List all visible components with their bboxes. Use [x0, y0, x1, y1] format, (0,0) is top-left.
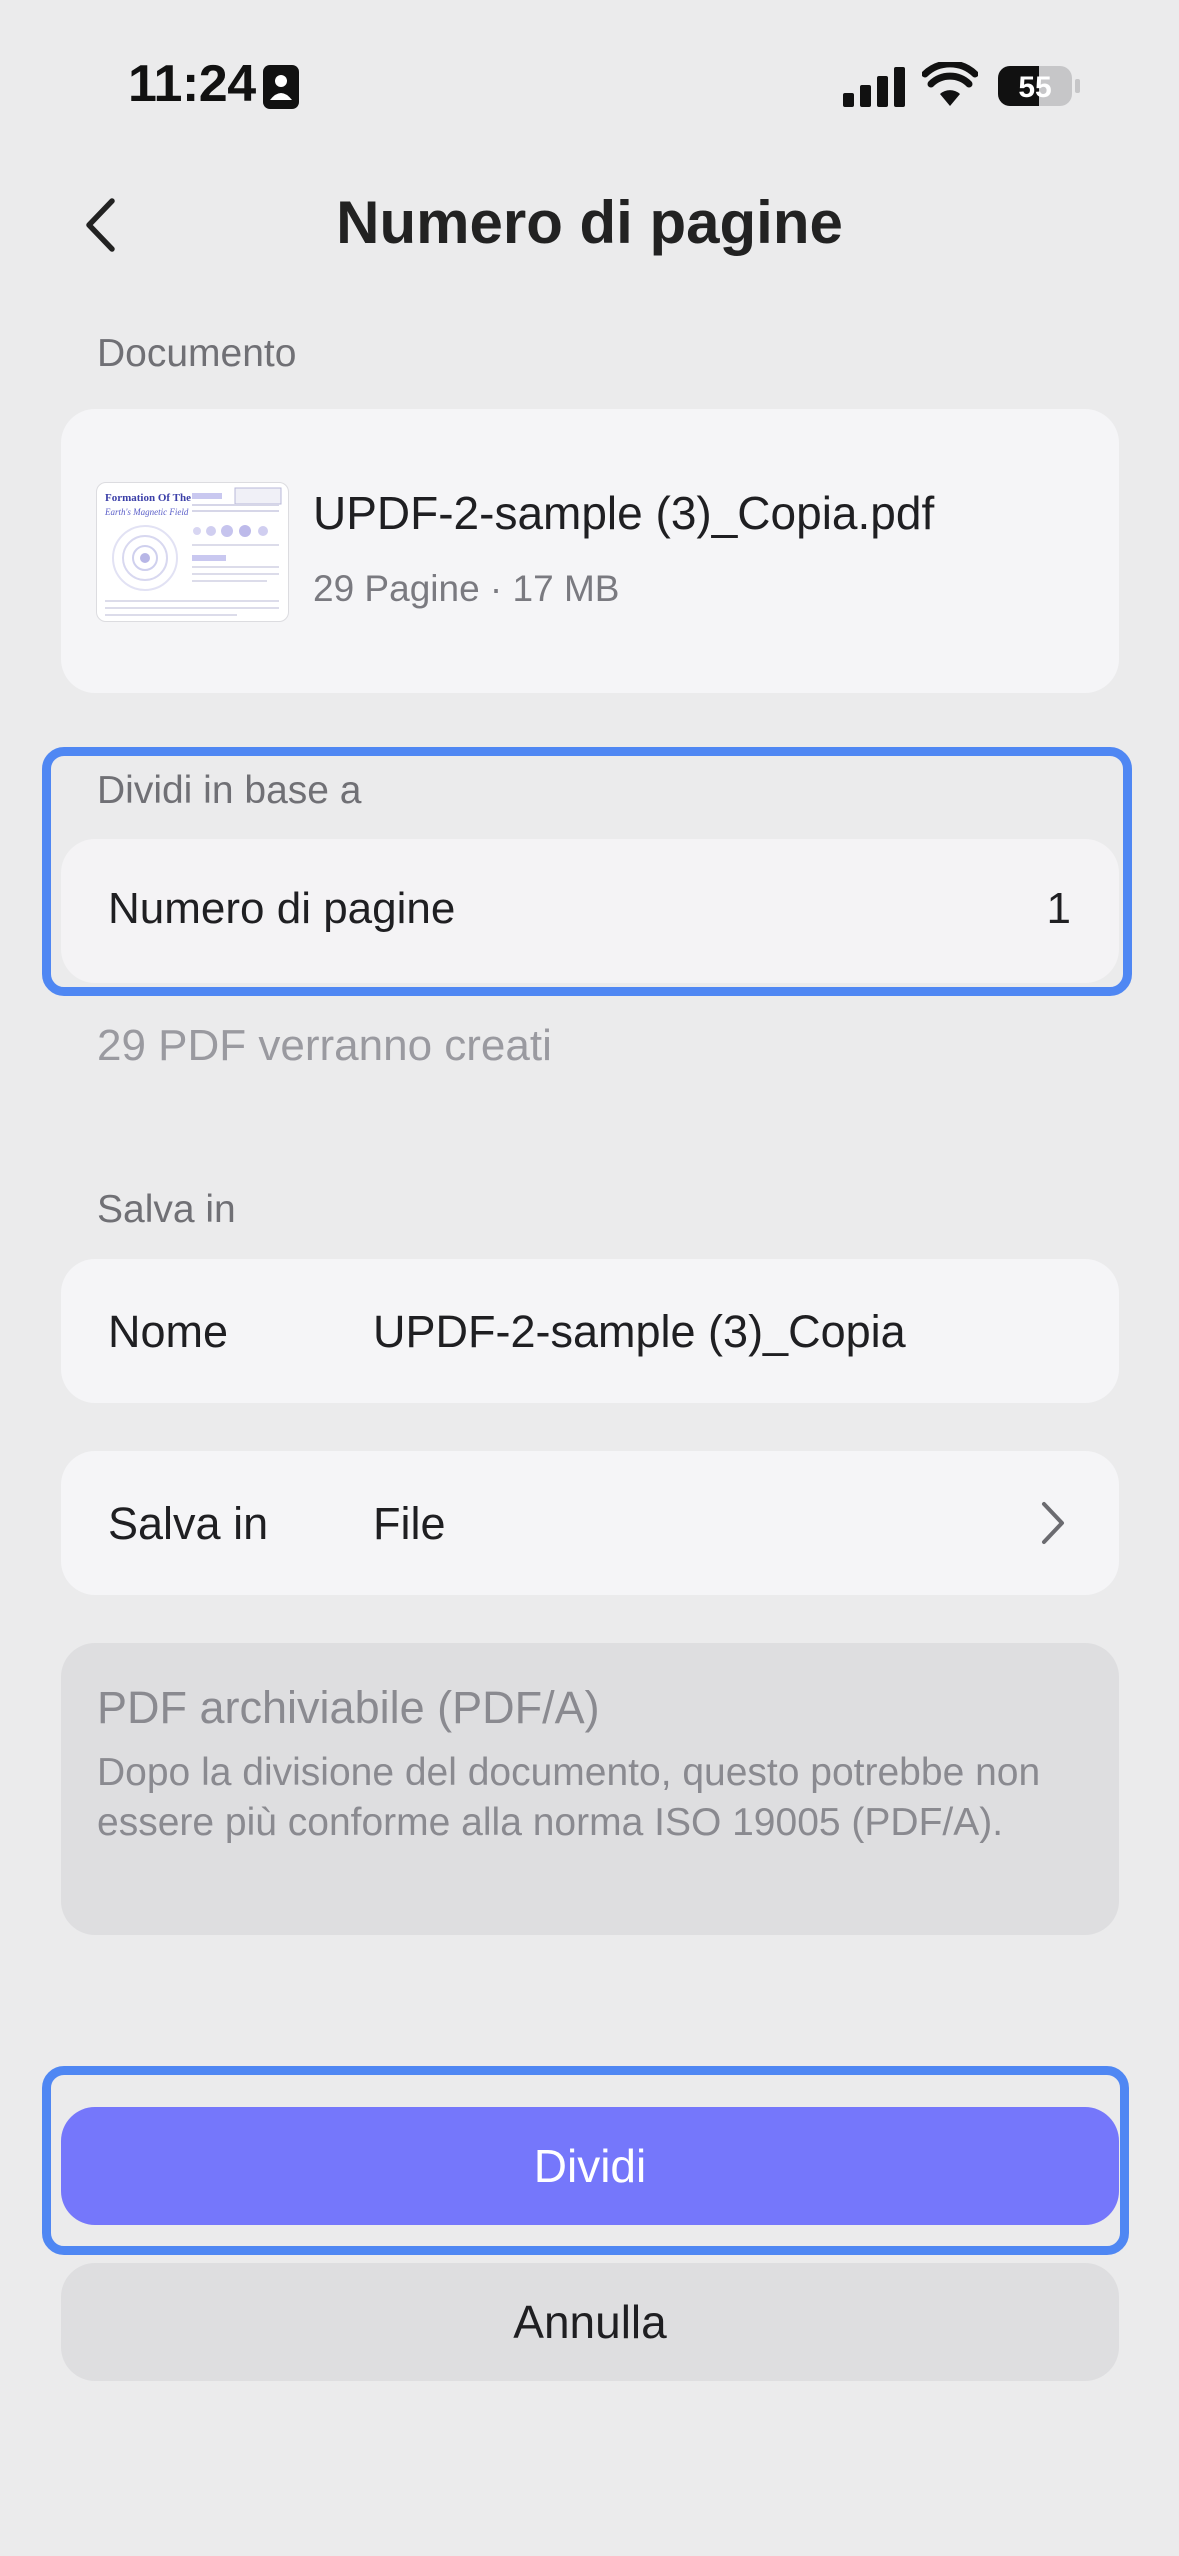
name-field[interactable]: UPDF-2-sample (3)_Copia	[373, 1306, 906, 1358]
thumbnail-title-line2: Earth's Magnetic Field	[104, 507, 189, 517]
wifi-icon	[921, 60, 979, 111]
document-section-label: Documento	[97, 332, 297, 375]
pdfa-title: PDF archiviabile (PDF/A)	[97, 1682, 600, 1733]
name-label: Nome	[108, 1306, 229, 1357]
status-time: 11:24	[128, 55, 256, 113]
pdfa-description: Dopo la divisione del documento, questo …	[97, 1751, 1041, 1844]
pdf-count-text: 29 PDF verranno creati	[97, 1021, 552, 1070]
split-section-label: Dividi in base a	[97, 769, 362, 812]
document-thumbnail: Formation Of The Earth's Magnetic Field	[96, 482, 289, 622]
save-section-label: Salva in	[97, 1188, 236, 1231]
document-meta: 29 Pagine · 17 MB	[313, 568, 620, 609]
person-badge-icon	[262, 64, 300, 110]
save-location-label: Salva in	[108, 1498, 269, 1549]
thumbnail-title-line1: Formation Of The	[105, 492, 191, 504]
split-option-value[interactable]: 1	[1047, 884, 1071, 934]
battery-icon: 55	[997, 65, 1081, 112]
signal-icon	[843, 67, 905, 112]
save-location-value: File	[373, 1498, 446, 1549]
chevron-right-icon	[1040, 1500, 1066, 1551]
page-title: Numero di pagine	[336, 189, 843, 256]
document-file-name: UPDF-2-sample (3)_Copia.pdf	[313, 487, 935, 539]
split-option-label: Numero di pagine	[108, 884, 456, 933]
divide-button[interactable]: Dividi	[61, 2107, 1119, 2225]
battery-level: 55	[1018, 71, 1051, 104]
cancel-button[interactable]: Annulla	[61, 2263, 1119, 2381]
